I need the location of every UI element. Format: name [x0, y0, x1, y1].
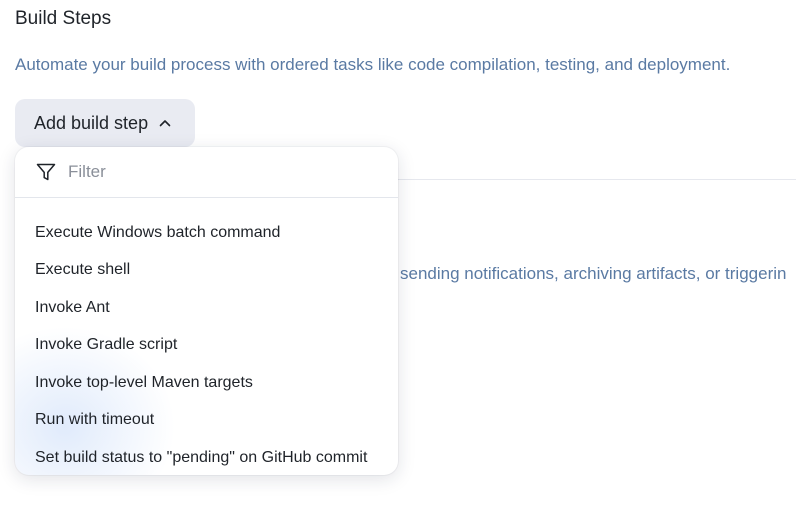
chevron-up-icon: [158, 116, 172, 130]
build-steps-page: Build Steps Automate your build process …: [0, 0, 796, 521]
section-title: Build Steps: [15, 8, 112, 29]
menu-item-set-github-status[interactable]: Set build status to "pending" on GitHub …: [15, 439, 398, 475]
menu-item-invoke-gradle[interactable]: Invoke Gradle script: [15, 327, 398, 365]
post-build-description: sending notifications, archiving artifac…: [400, 264, 787, 283]
menu-item-run-with-timeout[interactable]: Run with timeout: [15, 402, 398, 440]
build-step-dropdown: Execute Windows batch command Execute sh…: [15, 147, 398, 475]
menu-item-execute-windows-batch[interactable]: Execute Windows batch command: [15, 214, 398, 252]
menu-item-invoke-ant[interactable]: Invoke Ant: [15, 289, 398, 327]
add-build-step-button[interactable]: Add build step: [15, 99, 195, 147]
section-divider: [396, 179, 796, 180]
add-build-step-label: Add build step: [34, 112, 149, 133]
section-description: Automate your build process with ordered…: [15, 55, 731, 74]
filter-row: [15, 147, 398, 198]
filter-input[interactable]: [68, 162, 348, 182]
menu-item-invoke-maven[interactable]: Invoke top-level Maven targets: [15, 364, 398, 402]
funnel-icon: [35, 161, 57, 183]
menu-item-execute-shell[interactable]: Execute shell: [15, 252, 398, 290]
build-step-menu: Execute Windows batch command Execute sh…: [15, 198, 398, 475]
